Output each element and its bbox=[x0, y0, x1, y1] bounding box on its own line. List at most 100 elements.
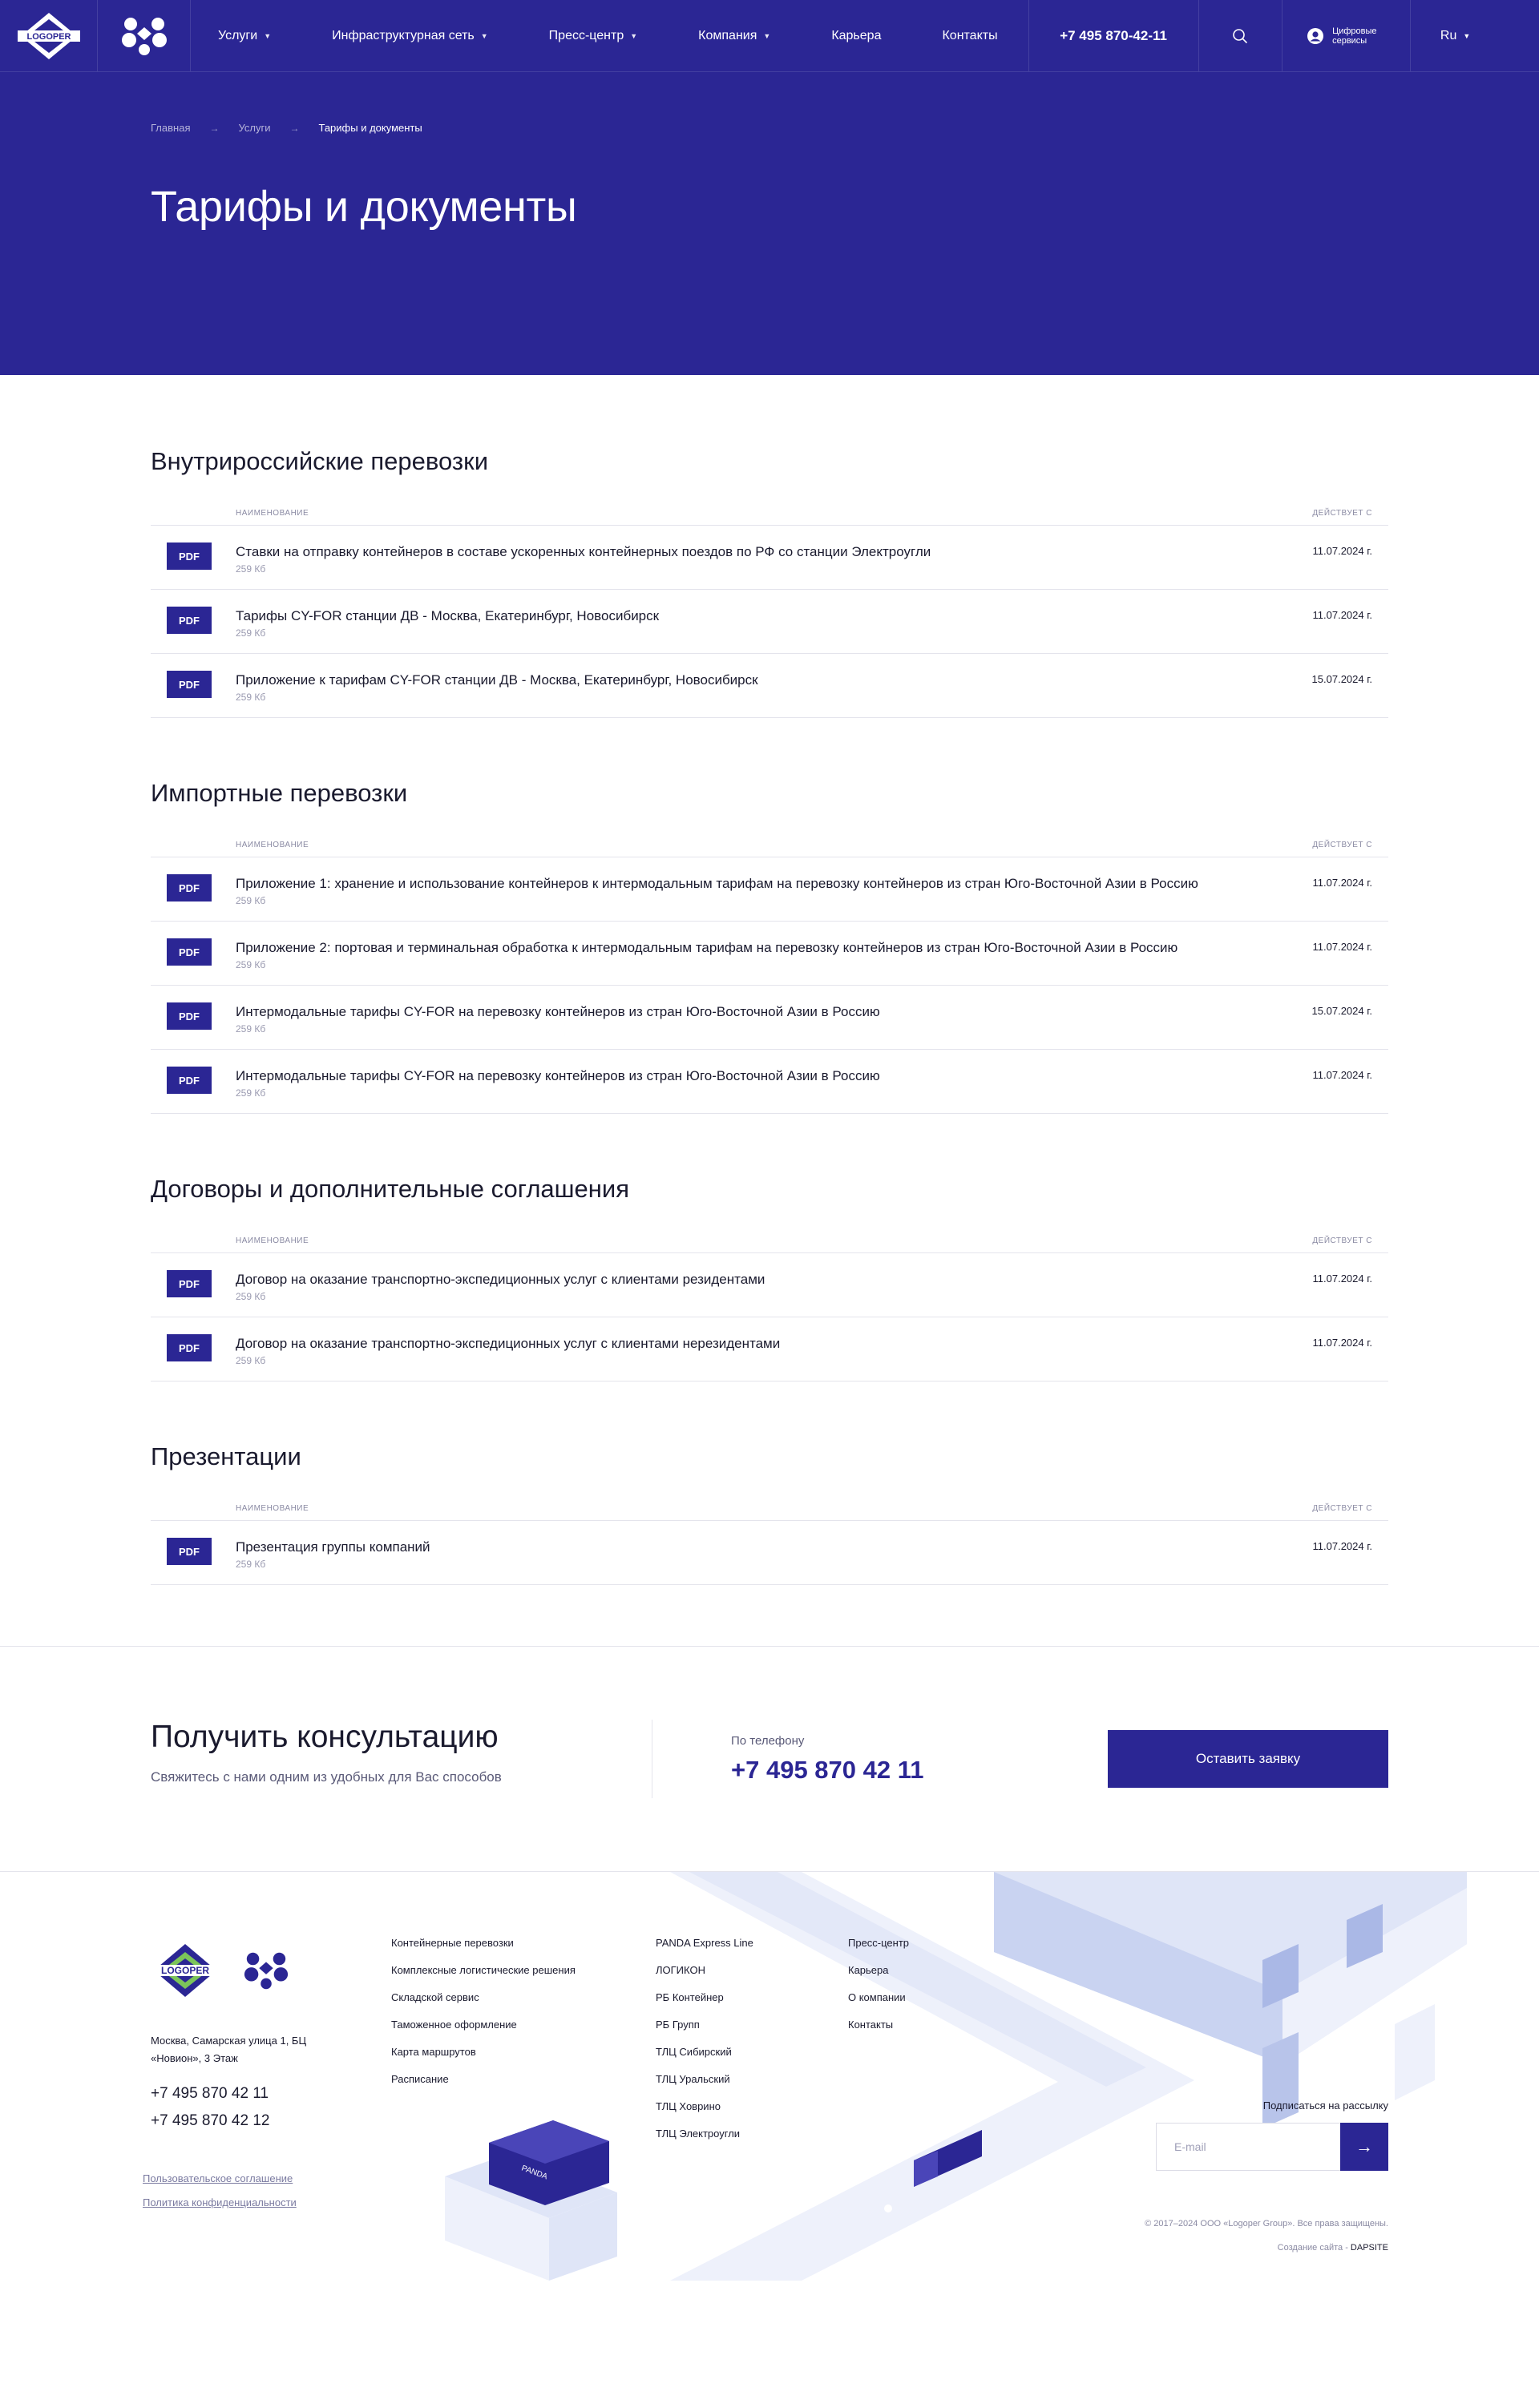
breadcrumb-services[interactable]: Услуги bbox=[238, 122, 270, 134]
document-title[interactable]: Интермодальные тарифы CY-FOR на перевозк… bbox=[236, 1002, 1256, 1022]
request-button[interactable]: Оставить заявку bbox=[1108, 1730, 1388, 1788]
document-date: 11.07.2024 г. bbox=[1312, 1337, 1372, 1349]
chevron-down-icon: ▼ bbox=[1463, 31, 1471, 40]
document-row[interactable]: PDF Презентация группы компаний 259 Кб 1… bbox=[151, 1521, 1388, 1585]
footer-link[interactable]: PANDA Express Line bbox=[656, 1930, 753, 1957]
footer-link[interactable]: Складской сервис bbox=[391, 1984, 576, 2011]
footer-link[interactable]: РБ Контейнер bbox=[656, 1984, 753, 2011]
panda-logo-icon bbox=[121, 17, 167, 55]
nav-contacts-label: Контакты bbox=[942, 28, 998, 42]
footer-link[interactable]: РБ Групп bbox=[656, 2011, 753, 2039]
page-hero: Главная → Услуги → Тарифы и документы Та… bbox=[0, 72, 1539, 375]
breadcrumb-home[interactable]: Главная bbox=[151, 122, 190, 134]
language-selector[interactable]: Ru ▼ bbox=[1411, 0, 1501, 71]
section-title: Импортные перевозки bbox=[151, 779, 408, 807]
document-size: 259 Кб bbox=[236, 1355, 266, 1366]
document-title[interactable]: Презентация группы компаний bbox=[236, 1537, 1257, 1557]
footer-link[interactable]: ТЛЦ Сибирский bbox=[656, 2039, 753, 2066]
footer-link[interactable]: О компании bbox=[848, 1984, 909, 2011]
pdf-icon[interactable]: PDF bbox=[167, 607, 212, 634]
document-title[interactable]: Тарифы CY-FOR станции ДВ - Москва, Екате… bbox=[236, 606, 1257, 626]
footer-about-menu: Пресс-центр Карьера О компании Контакты bbox=[848, 1930, 909, 2039]
document-row[interactable]: PDF Приложение 2: портовая и терминальна… bbox=[151, 922, 1388, 986]
terms-link[interactable]: Пользовательское соглашение bbox=[143, 2167, 297, 2191]
footer-link[interactable]: Контейнерные перевозки bbox=[391, 1930, 576, 1957]
breadcrumb: Главная → Услуги → Тарифы и документы bbox=[151, 122, 1539, 134]
nav-infrastructure[interactable]: Инфраструктурная сеть ▼ bbox=[332, 29, 488, 43]
document-row[interactable]: PDF Договор на оказание транспортно-эксп… bbox=[151, 1317, 1388, 1381]
nav-services[interactable]: Услуги ▼ bbox=[218, 29, 271, 43]
newsletter-row: → bbox=[1156, 2123, 1388, 2171]
logoper-logo[interactable]: LOGOPER bbox=[0, 0, 98, 71]
nav-press-center[interactable]: Пресс-центр ▼ bbox=[549, 29, 638, 43]
document-date: 11.07.2024 г. bbox=[1312, 1069, 1372, 1081]
consultation-subtitle: Свяжитесь с нами одним из удобных для Ва… bbox=[151, 1769, 502, 1785]
document-row[interactable]: PDF Ставки на отправку контейнеров в сос… bbox=[151, 526, 1388, 590]
nav-contacts[interactable]: Контакты bbox=[942, 29, 997, 43]
document-title[interactable]: Интермодальные тарифы CY-FOR на перевозк… bbox=[236, 1066, 1257, 1086]
document-title[interactable]: Приложение 2: портовая и терминальная об… bbox=[236, 938, 1257, 958]
table-header: Наименование Действует с bbox=[151, 1229, 1388, 1253]
document-title[interactable]: Договор на оказание транспортно-экспедиц… bbox=[236, 1333, 1257, 1353]
column-date: Действует с bbox=[1312, 509, 1372, 518]
section-title: Презентации bbox=[151, 1442, 301, 1470]
document-row[interactable]: PDF Приложение 1: хранение и использован… bbox=[151, 857, 1388, 922]
footer-link[interactable]: ЛОГИКОН bbox=[656, 1957, 753, 1984]
digital-services-button[interactable]: Цифровые сервисы bbox=[1282, 0, 1411, 71]
pdf-icon[interactable]: PDF bbox=[167, 1067, 212, 1094]
developer-link[interactable]: DAPSITE bbox=[1351, 2243, 1388, 2253]
pdf-icon[interactable]: PDF bbox=[167, 938, 212, 966]
footer-link[interactable]: Контакты bbox=[848, 2011, 909, 2039]
pdf-icon[interactable]: PDF bbox=[167, 1270, 212, 1297]
nav-career[interactable]: Карьера bbox=[831, 29, 881, 43]
document-row[interactable]: PDF Интермодальные тарифы CY-FOR на пере… bbox=[151, 1050, 1388, 1114]
subscribe-arrow-icon[interactable]: → bbox=[1340, 2123, 1388, 2171]
footer-link[interactable]: ТЛЦ Электроугли bbox=[656, 2120, 753, 2148]
pdf-icon[interactable]: PDF bbox=[167, 874, 212, 901]
footer-companies-menu: PANDA Express Line ЛОГИКОН РБ Контейнер … bbox=[656, 1930, 753, 2148]
nav-career-label: Карьера bbox=[831, 28, 882, 42]
footer-link[interactable]: ТЛЦ Уральский bbox=[656, 2066, 753, 2093]
document-title[interactable]: Приложение к тарифам CY-FOR станции ДВ -… bbox=[236, 670, 1256, 690]
document-row[interactable]: PDF Приложение к тарифам CY-FOR станции … bbox=[151, 654, 1388, 718]
footer-link[interactable]: Карьера bbox=[848, 1957, 909, 1984]
privacy-link[interactable]: Политика конфиденциальности bbox=[143, 2191, 297, 2215]
nav-company[interactable]: Компания ▼ bbox=[698, 29, 770, 43]
section-presentations: Презентации Наименование Действует с PDF… bbox=[151, 1442, 1388, 1585]
pdf-icon[interactable]: PDF bbox=[167, 1334, 212, 1361]
footer-link[interactable]: Карта маршрутов bbox=[391, 2039, 576, 2066]
header-phone[interactable]: +7 495 870-42-11 bbox=[1029, 0, 1199, 71]
phone-link[interactable]: +7 495 870 42 11 bbox=[731, 1756, 1101, 1785]
email-input[interactable] bbox=[1156, 2123, 1340, 2171]
document-row[interactable]: PDF Договор на оказание транспортно-эксп… bbox=[151, 1253, 1388, 1317]
search-button[interactable] bbox=[1199, 0, 1282, 71]
pdf-icon[interactable]: PDF bbox=[167, 1002, 212, 1030]
footer-link[interactable]: Пресс-центр bbox=[848, 1930, 909, 1957]
nav-company-label: Компания bbox=[698, 28, 757, 42]
phone-label: По телефону bbox=[731, 1733, 805, 1748]
document-row[interactable]: PDF Тарифы CY-FOR станции ДВ - Москва, Е… bbox=[151, 590, 1388, 654]
document-title[interactable]: Приложение 1: хранение и использование к… bbox=[236, 873, 1257, 893]
panda-logo-icon[interactable] bbox=[242, 1950, 290, 1991]
pdf-icon[interactable]: PDF bbox=[167, 543, 212, 570]
document-info: Тарифы CY-FOR станции ДВ - Москва, Екате… bbox=[236, 606, 1313, 639]
logoper-logo-icon[interactable]: LOGOPER bbox=[151, 1942, 220, 1999]
footer-link[interactable]: ТЛЦ Ховрино bbox=[656, 2093, 753, 2120]
pdf-icon[interactable]: PDF bbox=[167, 1538, 212, 1565]
table-header: Наименование Действует с bbox=[151, 502, 1388, 526]
footer-address: Москва, Самарская улица 1, БЦ «Новион», … bbox=[151, 2035, 307, 2064]
panda-logo[interactable] bbox=[98, 0, 191, 71]
document-row[interactable]: PDF Интермодальные тарифы CY-FOR на пере… bbox=[151, 986, 1388, 1050]
footer-link[interactable]: Комплексные логистические решения bbox=[391, 1957, 576, 1984]
pdf-icon[interactable]: PDF bbox=[167, 671, 212, 698]
document-info: Приложение 2: портовая и терминальная об… bbox=[236, 938, 1313, 970]
footer-phone[interactable]: +7 495 870 42 12 bbox=[151, 2108, 269, 2135]
consultation-intro: Получить консультацию Свяжитесь с нами о… bbox=[151, 1720, 652, 1798]
footer-copyright: © 2017–2024 ООО «Logoper Group». Все пра… bbox=[1145, 2212, 1388, 2260]
document-title[interactable]: Ставки на отправку контейнеров в составе… bbox=[236, 542, 1257, 562]
document-title[interactable]: Договор на оказание транспортно-экспедиц… bbox=[236, 1269, 1257, 1289]
footer-link[interactable]: Расписание bbox=[391, 2066, 576, 2093]
document-size: 259 Кб bbox=[236, 1291, 266, 1302]
footer-link[interactable]: Таможенное оформление bbox=[391, 2011, 576, 2039]
footer-phone[interactable]: +7 495 870 42 11 bbox=[151, 2080, 269, 2108]
